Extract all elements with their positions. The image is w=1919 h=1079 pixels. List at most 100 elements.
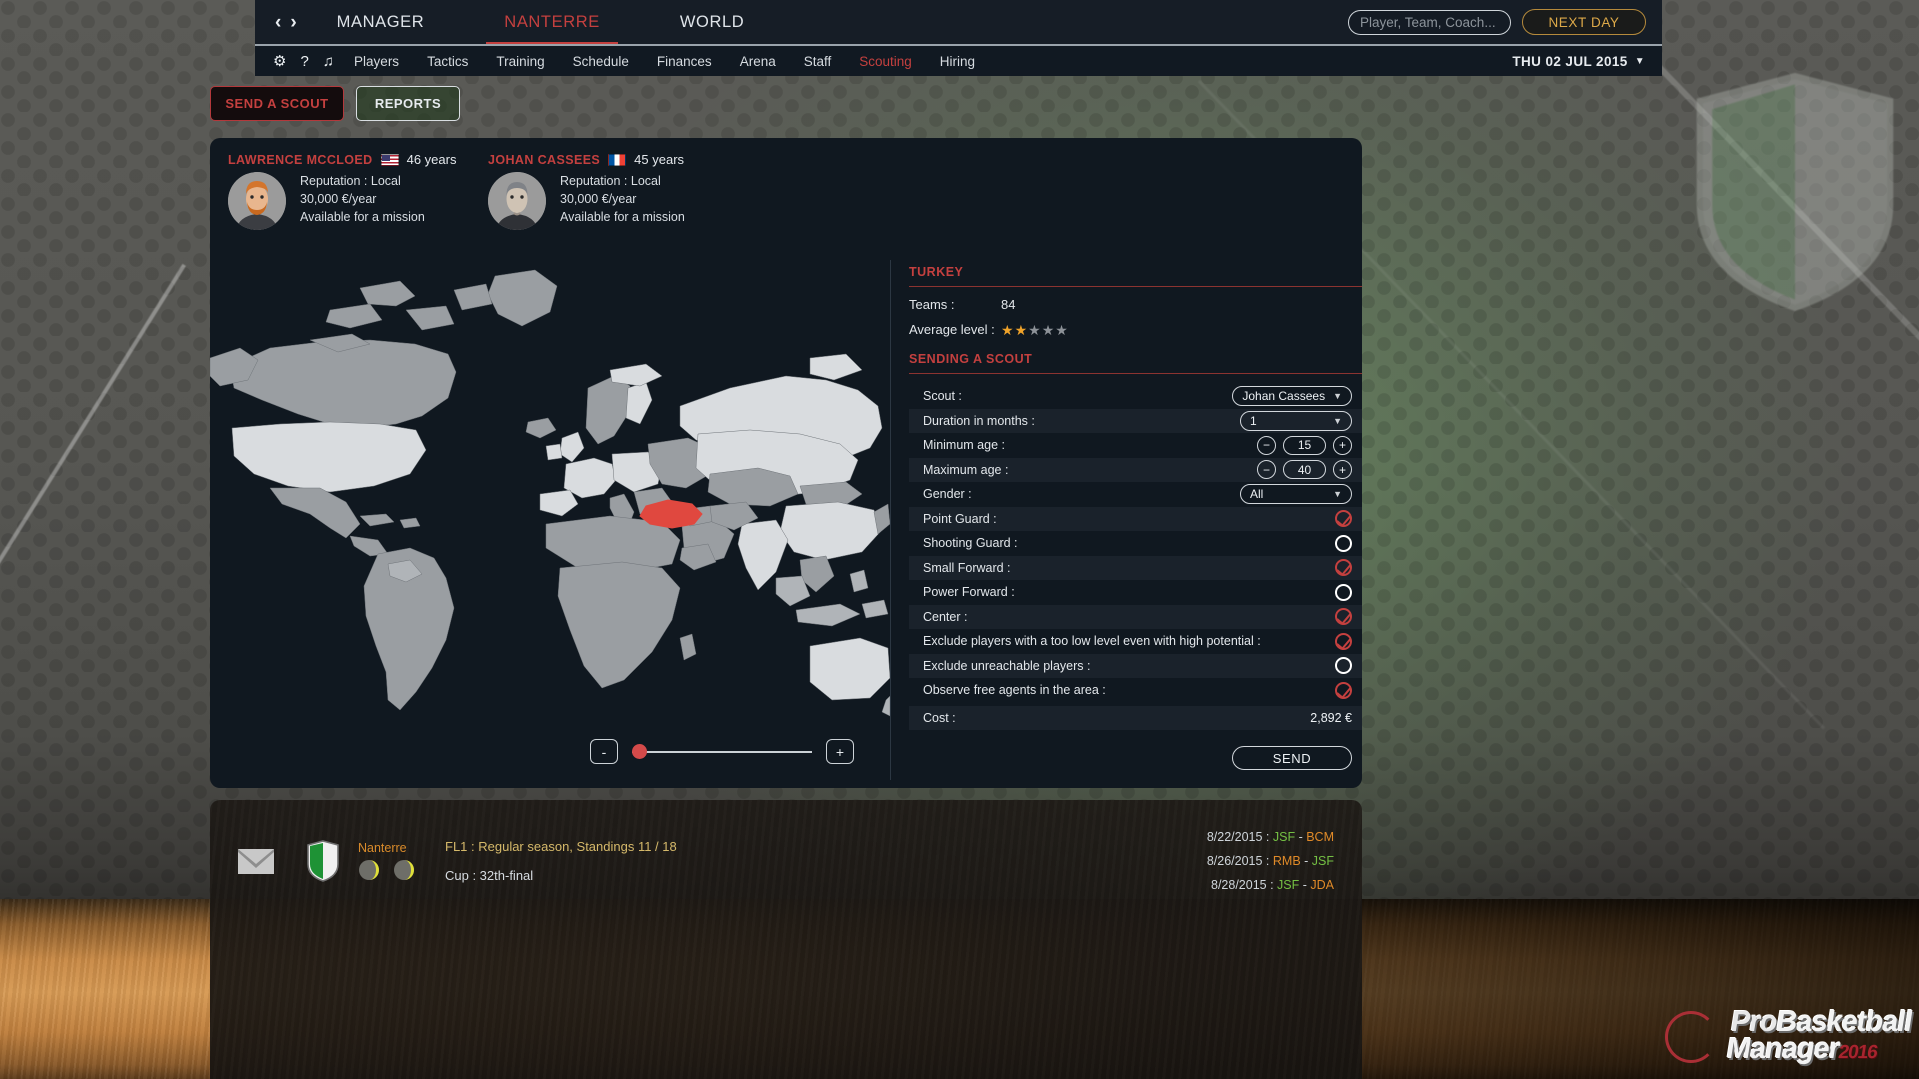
send-a-scout-tab-button[interactable]: SEND A SCOUT (210, 86, 344, 121)
form-row-check[interactable]: Exclude unreachable players : (909, 654, 1362, 679)
form-row-label: Shooting Guard : (923, 536, 1018, 550)
fixture-row[interactable]: 8/28/2015 : JSF - JDA (1211, 878, 1334, 892)
form-row-label: Point Guard : (923, 512, 997, 526)
map-zoom-slider[interactable] (632, 743, 812, 761)
scout-card[interactable]: JOHAN CASSEES 45 years Reputatio (488, 152, 685, 230)
help-icon[interactable]: ? (300, 53, 308, 70)
scout-status: Available for a mission (560, 210, 685, 224)
sending-a-scout-title: SENDING A SCOUT (909, 347, 1362, 373)
checkbox-checked[interactable] (1335, 633, 1352, 650)
reports-tab-button[interactable]: REPORTS (356, 86, 460, 121)
average-level-stars: ★★★★★ (1001, 323, 1068, 337)
chevron-down-icon[interactable]: ▼ (1333, 416, 1342, 426)
competition-block: FL1 : Regular season, Standings 11 / 18 … (445, 839, 677, 883)
scout-body: Reputation : Local 30,000 €/year Availab… (228, 172, 456, 230)
fixture-home-team: JSF (1277, 878, 1299, 892)
mail-icon[interactable] (238, 849, 274, 874)
subnav-item-training[interactable]: Training (482, 54, 558, 69)
form-row-stepper[interactable]: Minimum age :−15+ (909, 433, 1362, 458)
checkbox-unchecked[interactable] (1335, 584, 1352, 601)
scout-name: JOHAN CASSEES (488, 153, 600, 167)
star-filled-icon: ★ (1001, 323, 1014, 337)
chevron-right-icon[interactable]: › (290, 13, 296, 32)
chevron-down-icon[interactable]: ▼ (1333, 391, 1342, 401)
stepper-increment-button[interactable]: + (1333, 460, 1352, 479)
form-row-check[interactable]: Power Forward : (909, 580, 1362, 605)
form-row-check[interactable]: Center : (909, 605, 1362, 630)
map-zoom-in-button[interactable]: + (826, 739, 854, 764)
stepper-increment-button[interactable]: + (1333, 436, 1352, 455)
fixture-away-team: JDA (1310, 878, 1334, 892)
gear-icon[interactable]: ⚙ (273, 52, 286, 70)
logo-manager: Manager (1724, 1033, 1841, 1065)
subnav-item-finances[interactable]: Finances (643, 54, 726, 69)
world-map[interactable] (210, 248, 890, 718)
form-row-check[interactable]: Exclude players with a too low level eve… (909, 629, 1362, 654)
stepper-decrement-button[interactable]: − (1257, 436, 1276, 455)
subnav-item-tactics[interactable]: Tactics (413, 54, 482, 69)
stepper-decrement-button[interactable]: − (1257, 460, 1276, 479)
select-0[interactable]: Johan Cassees▼ (1232, 386, 1352, 406)
fixture-row[interactable]: 8/22/2015 : JSF - BCM (1207, 830, 1334, 844)
form-row-check[interactable]: Small Forward : (909, 556, 1362, 581)
form-row-stepper[interactable]: Maximum age :−40+ (909, 458, 1362, 483)
send-button[interactable]: SEND (1232, 746, 1352, 770)
club-name[interactable]: Nanterre (358, 841, 415, 855)
checkbox-checked[interactable] (1335, 608, 1352, 625)
next-day-button[interactable]: NEXT DAY (1522, 9, 1646, 35)
checkbox-unchecked[interactable] (1335, 535, 1352, 552)
checkbox-checked[interactable] (1335, 510, 1352, 527)
current-date-selector[interactable]: THU 02 JUL 2015 ▼ (1512, 54, 1662, 69)
main-tab-nanterre[interactable]: NANTERRE (486, 0, 618, 44)
form-row-check[interactable]: Point Guard : (909, 507, 1362, 532)
search-input[interactable] (1348, 10, 1511, 35)
checkbox-checked[interactable] (1335, 682, 1352, 699)
chevron-down-icon[interactable]: ▼ (1635, 56, 1645, 67)
stepper-value[interactable]: 40 (1283, 460, 1326, 479)
main-tab-manager[interactable]: MANAGER (319, 0, 443, 44)
history-nav-arrows[interactable]: ‹ › (275, 13, 297, 32)
fixture-date: 8/22/2015 : (1207, 830, 1273, 844)
scout-status: Available for a mission (300, 210, 425, 224)
map-zoom-slider-track (632, 751, 812, 753)
scout-card[interactable]: LAWRENCE MCCLOED 46 years Reputa (228, 152, 456, 230)
scout-header: LAWRENCE MCCLOED 46 years (228, 152, 456, 167)
form-row-select[interactable]: Duration in months :1▼ (909, 409, 1362, 434)
form-row-check[interactable]: Shooting Guard : (909, 531, 1362, 556)
select-4[interactable]: All ▼ (1240, 484, 1352, 504)
form-row-label: Exclude unreachable players : (923, 659, 1090, 673)
map-zoom-out-button[interactable]: - (590, 739, 618, 764)
fixture-home-team: RMB (1273, 854, 1301, 868)
form-row-select[interactable]: Scout :Johan Cassees▼ (909, 384, 1362, 409)
checkbox-unchecked[interactable] (1335, 657, 1352, 674)
avatar (228, 172, 286, 230)
world-map-area[interactable]: - + (210, 248, 890, 788)
map-zoom-slider-thumb[interactable] (632, 744, 647, 759)
form-row-check[interactable]: Observe free agents in the area : (909, 678, 1362, 703)
subnav-item-staff[interactable]: Staff (790, 54, 846, 69)
checkbox-checked[interactable] (1335, 559, 1352, 576)
select-value: All (1250, 487, 1263, 501)
chevron-down-icon[interactable]: ▼ (1333, 489, 1342, 499)
fixture-row[interactable]: 8/26/2015 : RMB - JSF (1207, 854, 1334, 868)
stepper-value[interactable]: 15 (1283, 436, 1326, 455)
subnav-item-arena[interactable]: Arena (726, 54, 790, 69)
teams-label: Teams : (909, 297, 1001, 312)
scout-reputation: Reputation : Local (300, 174, 425, 188)
main-tab-world[interactable]: WORLD (662, 0, 762, 44)
fixture-date: 8/28/2015 : (1211, 878, 1277, 892)
club-shield-icon[interactable] (306, 840, 340, 882)
subnav-item-scouting[interactable]: Scouting (845, 54, 926, 69)
moon-indicators (358, 859, 415, 881)
scouting-panel: LAWRENCE MCCLOED 46 years Reputa (210, 138, 1362, 788)
subnav-item-hiring[interactable]: Hiring (926, 54, 989, 69)
logo-line-2: Manager2016 (1724, 1036, 1909, 1063)
subnav-item-schedule[interactable]: Schedule (559, 54, 643, 69)
select-1[interactable]: 1▼ (1240, 411, 1352, 431)
chevron-left-icon[interactable]: ‹ (275, 13, 281, 32)
form-row-select[interactable]: Gender :All▼ (909, 482, 1362, 507)
subnav-item-players[interactable]: Players (340, 54, 413, 69)
logo-year: 2016 (1837, 1042, 1879, 1063)
music-icon[interactable]: ♫ (323, 53, 334, 70)
scout-details: Reputation : Local 30,000 €/year Availab… (560, 172, 685, 230)
